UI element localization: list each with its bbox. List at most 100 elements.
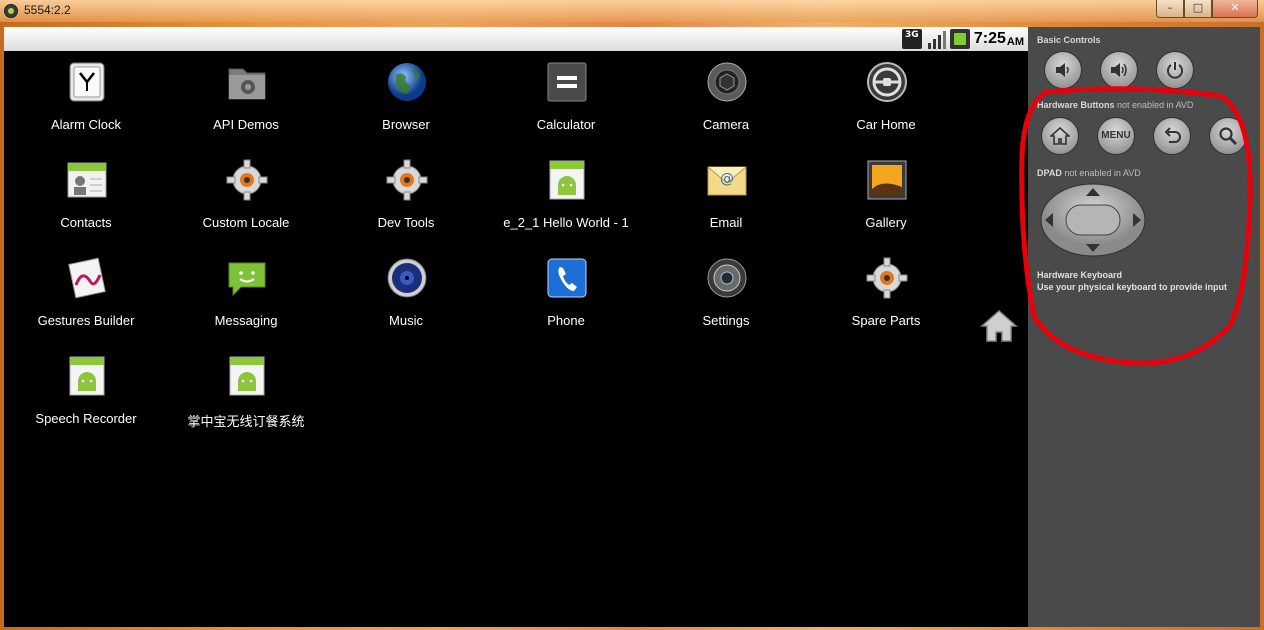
app-contacts[interactable]: Contacts bbox=[6, 155, 166, 253]
app-browser[interactable]: Browser bbox=[326, 57, 486, 155]
app-label: Custom Locale bbox=[202, 215, 290, 230]
dpad-note: not enabled in AVD bbox=[1064, 168, 1141, 178]
app-email[interactable]: @ Email bbox=[646, 155, 806, 253]
gear-icon bbox=[226, 159, 268, 201]
volume-down-button[interactable] bbox=[1044, 51, 1082, 89]
browser-globe-icon bbox=[388, 63, 426, 101]
app-label: Dev Tools bbox=[377, 215, 435, 230]
app-hello-world[interactable]: e_2_1 Hello World - 1 bbox=[486, 155, 646, 253]
hardware-buttons-heading: Hardware Buttons not enabled in AVD bbox=[1037, 100, 1193, 110]
home-button[interactable] bbox=[1041, 117, 1079, 155]
app-label: Gallery bbox=[865, 215, 907, 230]
dpad-control[interactable] bbox=[1040, 183, 1146, 257]
app-label: e_2_1 Hello World - 1 bbox=[503, 215, 629, 230]
status-time: 7:25 bbox=[973, 30, 1006, 47]
app-label: Speech Recorder bbox=[35, 411, 137, 426]
window-title-bar: 5554:2.2 – □ ✕ bbox=[0, 0, 1264, 22]
calculator-icon bbox=[547, 62, 587, 102]
contacts-icon bbox=[67, 162, 107, 198]
back-arrow-icon bbox=[1164, 127, 1181, 143]
window-controls: – □ ✕ bbox=[1156, 0, 1258, 18]
power-icon bbox=[1167, 62, 1183, 79]
hardware-keyboard-title: Hardware Keyboard bbox=[1037, 270, 1123, 280]
basic-controls-heading: Basic Controls bbox=[1037, 35, 1101, 45]
emulator-control-panel: Basic Controls Hardware Buttons not enab… bbox=[1028, 27, 1260, 627]
app-api-demos[interactable]: API Demos bbox=[166, 57, 326, 155]
car-home-icon bbox=[867, 62, 907, 102]
app-label: Contacts bbox=[60, 215, 112, 230]
signal-strength-icon bbox=[926, 29, 946, 49]
camera-icon bbox=[707, 62, 747, 102]
app-label: Car Home bbox=[856, 117, 916, 132]
phone-icon bbox=[547, 258, 587, 298]
dpad-heading: DPAD not enabled in AVD bbox=[1037, 168, 1141, 178]
messaging-icon bbox=[228, 262, 266, 297]
network-3g-icon: 3G bbox=[901, 29, 922, 49]
app-phone[interactable]: Phone bbox=[486, 253, 646, 351]
home-icon bbox=[1050, 126, 1070, 145]
app-label: Calculator bbox=[536, 117, 596, 132]
close-button[interactable]: ✕ bbox=[1212, 0, 1258, 18]
app-label: Browser bbox=[382, 117, 430, 132]
app-label: 掌中宝无线订餐系统 bbox=[187, 414, 305, 429]
gallery-icon bbox=[867, 160, 907, 200]
svg-text:@: @ bbox=[720, 171, 734, 187]
hardware-keyboard-desc: Use your physical keyboard to provide in… bbox=[1037, 282, 1228, 292]
app-gestures-builder[interactable]: Gestures Builder bbox=[6, 253, 166, 351]
search-button[interactable] bbox=[1209, 117, 1247, 155]
app-label: Camera bbox=[702, 117, 750, 132]
volume-up-button[interactable] bbox=[1100, 51, 1138, 89]
minimize-button[interactable]: – bbox=[1156, 0, 1184, 18]
app-gallery[interactable]: Gallery bbox=[806, 155, 966, 253]
app-label: Spare Parts bbox=[851, 313, 921, 328]
dpad-title: DPAD bbox=[1037, 168, 1062, 178]
app-label: Alarm Clock bbox=[50, 117, 122, 132]
hardware-buttons-note: not enabled in AVD bbox=[1117, 100, 1194, 110]
gestures-icon bbox=[68, 257, 106, 299]
power-button[interactable] bbox=[1156, 51, 1194, 89]
app-settings[interactable]: Settings bbox=[646, 253, 806, 351]
emulator-app-icon bbox=[4, 4, 18, 18]
app-spare-parts[interactable]: Spare Parts bbox=[806, 253, 966, 351]
android-app-icon bbox=[69, 356, 105, 396]
hardware-keyboard-info: Hardware Keyboard Use your physical keyb… bbox=[1037, 269, 1227, 293]
app-camera[interactable]: Camera bbox=[646, 57, 806, 155]
search-icon bbox=[1219, 127, 1238, 146]
back-button[interactable] bbox=[1153, 117, 1191, 155]
emulator-screen[interactable]: 3G 7:25 AM Alarm Clock API Demos Browser… bbox=[4, 27, 1028, 627]
app-calculator[interactable]: Calculator bbox=[486, 57, 646, 155]
hardware-buttons-title: Hardware Buttons bbox=[1037, 100, 1115, 110]
app-label: API Demos bbox=[213, 117, 279, 132]
app-music[interactable]: Music bbox=[326, 253, 486, 351]
android-app-icon bbox=[229, 356, 265, 396]
android-app-icon bbox=[549, 160, 585, 200]
gear-icon bbox=[386, 159, 428, 201]
email-icon: @ bbox=[707, 166, 747, 196]
music-icon bbox=[387, 258, 427, 298]
alarm-clock-icon bbox=[69, 62, 105, 102]
window-title: 5554:2.2 bbox=[24, 3, 71, 17]
menu-button[interactable]: MENU bbox=[1097, 117, 1135, 155]
app-ordering-system[interactable]: 掌中宝无线订餐系统 bbox=[166, 351, 326, 449]
app-dev-tools[interactable]: Dev Tools bbox=[326, 155, 486, 253]
api-demos-folder-icon bbox=[228, 68, 266, 100]
app-alarm-clock[interactable]: Alarm Clock bbox=[6, 57, 166, 155]
app-speech-recorder[interactable]: Speech Recorder bbox=[6, 351, 166, 449]
app-car-home[interactable]: Car Home bbox=[806, 57, 966, 155]
app-label: Messaging bbox=[214, 313, 278, 328]
app-label: Email bbox=[709, 215, 743, 230]
app-messaging[interactable]: Messaging bbox=[166, 253, 326, 351]
settings-icon bbox=[707, 258, 747, 298]
home-icon[interactable] bbox=[980, 309, 1018, 343]
battery-charging-icon bbox=[949, 29, 970, 49]
volume-up-icon bbox=[1111, 63, 1127, 77]
status-ampm: AM bbox=[1006, 35, 1024, 48]
app-custom-locale[interactable]: Custom Locale bbox=[166, 155, 326, 253]
maximize-button[interactable]: □ bbox=[1184, 0, 1212, 18]
app-label: Music bbox=[389, 313, 423, 328]
volume-down-icon bbox=[1056, 63, 1069, 77]
status-bar: 3G 7:25 AM bbox=[4, 27, 1028, 51]
app-label: Settings bbox=[702, 313, 750, 328]
gear-icon bbox=[866, 257, 908, 299]
app-label: Gestures Builder bbox=[37, 313, 135, 328]
